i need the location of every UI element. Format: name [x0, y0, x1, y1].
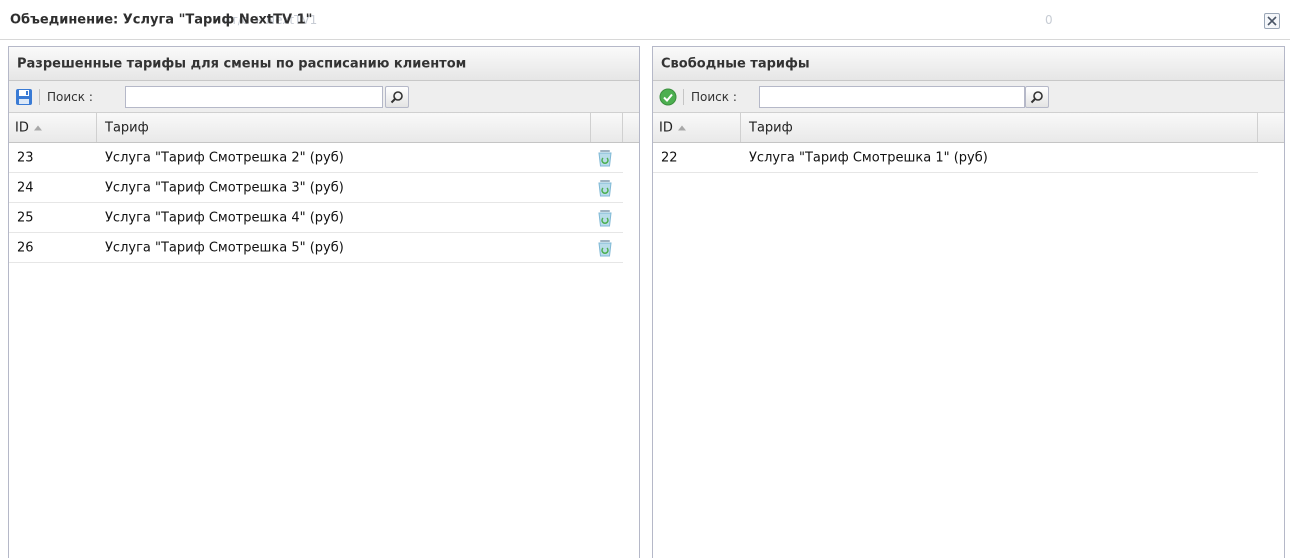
grid-header: ID Тариф — [653, 113, 1284, 143]
toolbar: Поиск : — [9, 81, 639, 113]
search-button[interactable] — [1025, 86, 1049, 108]
table-row[interactable]: 26 Услуга "Тариф Смотрешка 5" (руб) — [9, 233, 623, 263]
sort-asc-icon — [677, 125, 686, 131]
sort-asc-icon — [33, 125, 42, 131]
column-header-id[interactable]: ID — [653, 113, 741, 142]
search-label: Поиск : — [47, 90, 93, 104]
column-id-label: ID — [659, 120, 673, 136]
panel-header: Свободные тарифы — [653, 47, 1284, 81]
row-tariff: Услуга "Тариф Смотрешка 3" (руб) — [105, 180, 344, 196]
trash-icon[interactable] — [597, 239, 613, 257]
panel-header: Разрешенные тарифы для смены по расписан… — [9, 47, 639, 81]
row-id: 23 — [17, 150, 34, 166]
background-ghost-number: 0 — [1045, 13, 1053, 27]
save-icon[interactable] — [15, 88, 33, 106]
column-header-actions — [591, 113, 623, 142]
toolbar-separator — [39, 89, 40, 105]
trash-icon[interactable] — [597, 209, 613, 227]
row-id: 24 — [17, 180, 34, 196]
row-tariff: Услуга "Тариф Смотрешка 5" (руб) — [105, 240, 344, 256]
trash-icon[interactable] — [597, 149, 613, 167]
row-id: 22 — [661, 150, 678, 166]
allowed-tariffs-panel: Разрешенные тарифы для смены по расписан… — [8, 46, 640, 558]
allowed-tariffs-rows: 23 Услуга "Тариф Смотрешка 2" (руб) 24 У… — [9, 143, 639, 263]
column-header-tariff[interactable]: Тариф — [741, 113, 1258, 142]
dialog-title: Объединение: Услуга "Тариф NextTV 1" — [10, 12, 313, 28]
column-tariff-label: Тариф — [749, 120, 793, 136]
panel-title: Свободные тарифы — [661, 56, 810, 72]
row-tariff: Услуга "Тариф Смотрешка 1" (руб) — [749, 150, 988, 166]
table-row[interactable]: 23 Услуга "Тариф Смотрешка 2" (руб) — [9, 143, 623, 173]
row-tariff: Услуга "Тариф Смотрешка 4" (руб) — [105, 210, 344, 226]
search-button[interactable] — [385, 86, 409, 108]
row-tariff: Услуга "Тариф Смотрешка 2" (руб) — [105, 150, 344, 166]
toolbar-separator — [683, 89, 684, 105]
title-bar: ит/с + NextTV1 0 Объединение: Услуга "Та… — [0, 0, 1290, 40]
search-input[interactable] — [759, 86, 1025, 108]
free-tariffs-panel: Свободные тарифы Поиск : ID Тариф 22 Усл… — [652, 46, 1285, 558]
column-tariff-label: Тариф — [105, 120, 149, 136]
trash-icon[interactable] — [597, 179, 613, 197]
search-icon — [390, 91, 403, 104]
check-circle-icon[interactable] — [659, 88, 677, 106]
dialog-window: ит/с + NextTV1 0 Объединение: Услуга "Та… — [0, 0, 1290, 558]
search-icon — [1030, 91, 1043, 104]
table-row[interactable]: 25 Услуга "Тариф Смотрешка 4" (руб) — [9, 203, 623, 233]
column-header-id[interactable]: ID — [9, 113, 97, 142]
row-id: 25 — [17, 210, 34, 226]
free-tariffs-rows: 22 Услуга "Тариф Смотрешка 1" (руб) — [653, 143, 1284, 173]
table-row[interactable]: 22 Услуга "Тариф Смотрешка 1" (руб) — [653, 143, 1258, 173]
row-id: 26 — [17, 240, 34, 256]
search-label: Поиск : — [691, 90, 737, 104]
panel-title: Разрешенные тарифы для смены по расписан… — [17, 56, 467, 72]
toolbar: Поиск : — [653, 81, 1284, 113]
column-header-tariff[interactable]: Тариф — [97, 113, 591, 142]
table-row[interactable]: 24 Услуга "Тариф Смотрешка 3" (руб) — [9, 173, 623, 203]
column-id-label: ID — [15, 120, 29, 136]
search-input[interactable] — [125, 86, 383, 108]
grid-header: ID Тариф — [9, 113, 639, 143]
close-icon — [1267, 16, 1277, 26]
close-button[interactable] — [1264, 13, 1280, 29]
